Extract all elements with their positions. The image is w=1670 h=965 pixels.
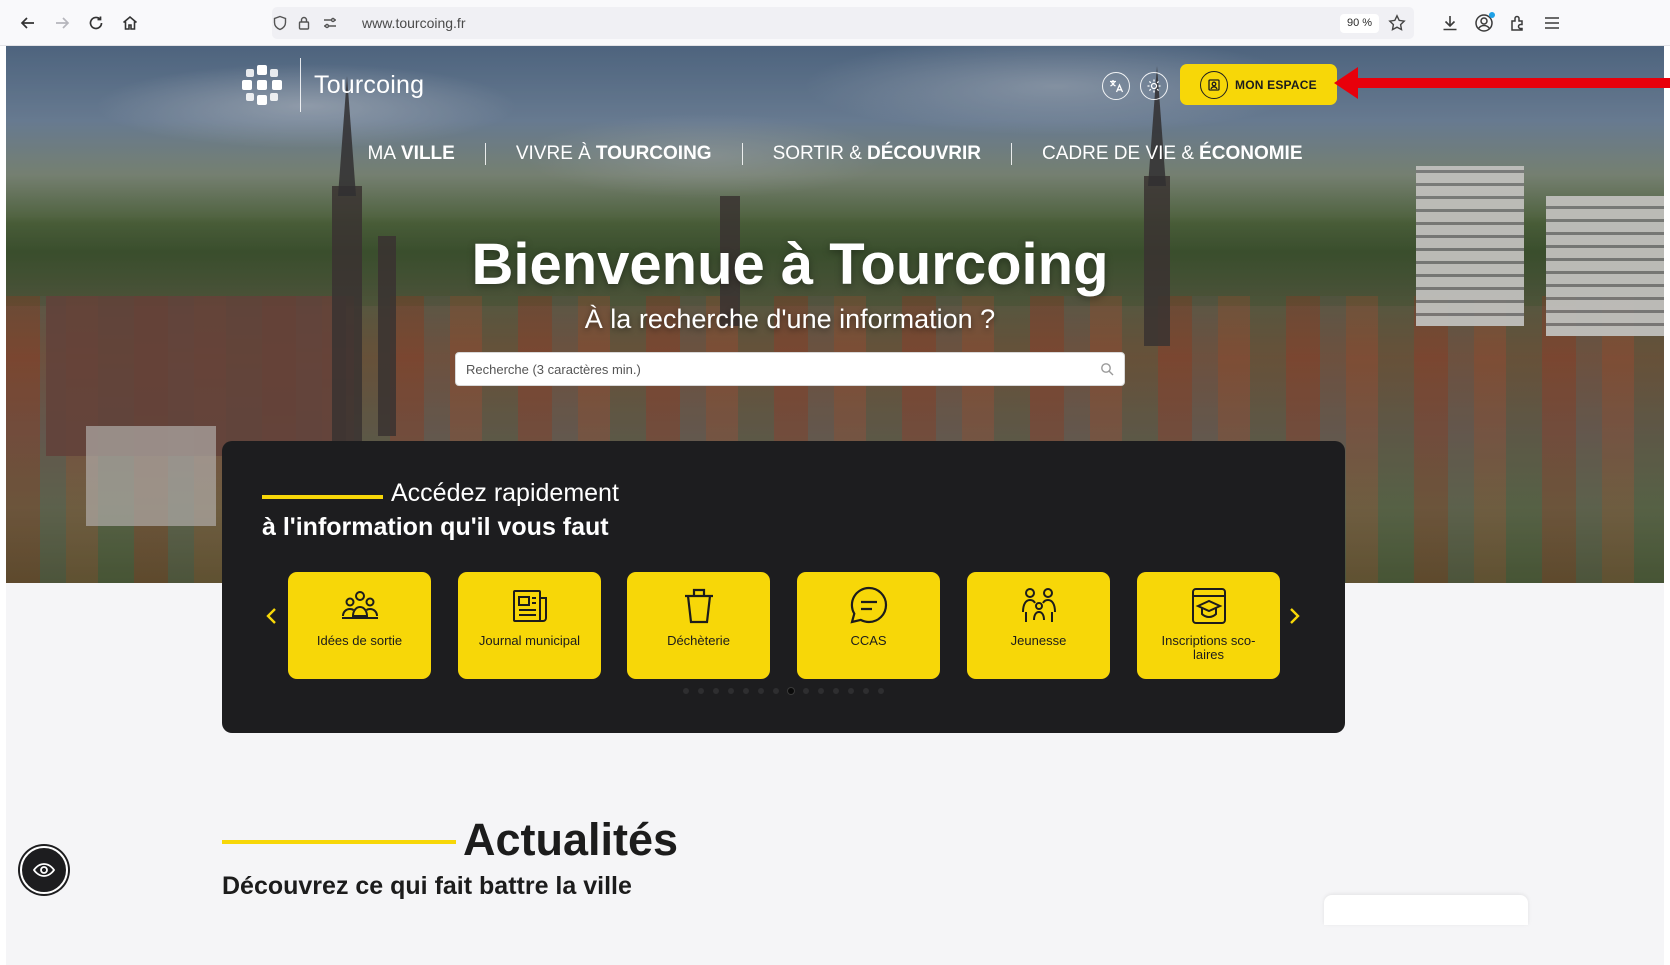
nav-item-label: SORTIR & xyxy=(772,143,862,164)
url-text[interactable]: www.tourcoing.fr xyxy=(362,15,465,31)
carousel-dot[interactable] xyxy=(743,688,749,694)
chevron-left-icon xyxy=(266,608,276,624)
tile-decheterie[interactable]: Déchèterie xyxy=(627,572,770,679)
tile-label: Journal municipal xyxy=(478,633,581,648)
permissions-icon[interactable] xyxy=(322,15,338,31)
nav-item-cadre-de-vie-economie[interactable]: CADRE DE VIE & ÉCONOMIE xyxy=(1042,143,1303,165)
browser-toolbar: www.tourcoing.fr 90 % xyxy=(0,0,1670,46)
carousel-dot[interactable] xyxy=(878,688,884,694)
carousel-dot[interactable] xyxy=(728,688,734,694)
forward-icon[interactable] xyxy=(50,11,74,35)
annotation-red-arrow xyxy=(1334,67,1670,99)
accessibility-eye-button[interactable] xyxy=(20,846,68,894)
nav-item-label: CADRE DE VIE & xyxy=(1042,143,1195,164)
nav-item-vivre-a-tourcoing[interactable]: VIVRE À TOURCOING xyxy=(516,143,712,165)
school-cap-icon xyxy=(1187,584,1231,628)
carousel-dot[interactable] xyxy=(758,688,764,694)
tourcoing-logo-icon xyxy=(240,63,284,107)
address-bar[interactable]: www.tourcoing.fr 90 % xyxy=(272,7,1414,39)
tile-inscriptions-scolaires[interactable]: Inscriptions sco- laires xyxy=(1137,572,1280,679)
tile-journal-municipal[interactable]: Journal municipal xyxy=(458,572,601,679)
nav-item-label: MA xyxy=(367,143,397,164)
nav-item-label-bold: VILLE xyxy=(401,143,455,164)
chat-bubble-icon xyxy=(847,584,891,628)
bookmark-star-icon[interactable] xyxy=(1388,14,1406,32)
nav-item-label-bold: TOURCOING xyxy=(595,143,712,164)
nav-separator xyxy=(1011,143,1012,165)
carousel-dot[interactable] xyxy=(683,688,689,694)
carousel-dot[interactable] xyxy=(803,688,809,694)
carousel-dot[interactable] xyxy=(833,688,839,694)
tile-idees-de-sortie[interactable]: Idées de sortie xyxy=(288,572,431,679)
newspaper-icon xyxy=(508,584,552,628)
quick-access-panel: Accédez rapidement à l'information qu'il… xyxy=(222,441,1345,733)
user-space-icon xyxy=(1200,70,1228,99)
mon-espace-label: MON ESPACE xyxy=(1235,77,1317,92)
people-group-icon xyxy=(338,584,382,628)
hero-title: Bienvenue à Tourcoing xyxy=(471,232,1109,297)
news-section-subtitle: Découvrez ce qui fait battre la ville xyxy=(222,872,632,900)
carousel-dot[interactable] xyxy=(713,688,719,694)
extensions-icon[interactable] xyxy=(1508,13,1528,33)
nav-item-sortir-decouvrir[interactable]: SORTIR & DÉCOUVRIR xyxy=(773,143,981,165)
nav-separator xyxy=(484,143,486,165)
site-logo[interactable]: Tourcoing xyxy=(240,58,424,112)
trash-bin-icon xyxy=(677,584,721,628)
carousel-dot[interactable] xyxy=(818,688,824,694)
tile-label: Inscriptions sco- laires xyxy=(1161,633,1256,662)
account-icon[interactable] xyxy=(1474,12,1495,33)
nav-item-ma-ville[interactable]: MA VILLE xyxy=(368,143,455,165)
quick-access-title: Accédez rapidement xyxy=(391,479,619,507)
main-navigation: MA VILLE VIVRE À TOURCOING SORTIR & DÉCOUVR… xyxy=(6,138,1664,170)
zoom-level-badge[interactable]: 90 % xyxy=(1340,14,1380,33)
carousel-prev-button[interactable] xyxy=(262,603,282,629)
tile-label: Déchèterie xyxy=(667,633,730,648)
carousel-dot[interactable] xyxy=(848,688,854,694)
mon-espace-button[interactable]: MON ESPACE xyxy=(1180,64,1337,105)
tile-ccas[interactable]: CCAS xyxy=(797,572,940,679)
news-section-title: Actualités xyxy=(463,814,679,865)
menu-icon[interactable] xyxy=(1542,13,1562,33)
tile-label: Jeunesse xyxy=(1010,633,1067,648)
search-icon[interactable] xyxy=(1100,362,1114,376)
logo-divider xyxy=(300,58,301,112)
reload-icon[interactable] xyxy=(84,11,108,35)
chevron-right-icon xyxy=(1290,608,1300,624)
download-icon[interactable] xyxy=(1440,13,1460,33)
nav-item-label-bold: DÉCOUVRIR xyxy=(866,143,981,164)
tile-label: CCAS xyxy=(850,633,887,648)
back-icon[interactable] xyxy=(16,11,40,35)
eye-icon xyxy=(32,863,56,877)
tile-label: Idées de sortie xyxy=(316,633,403,648)
news-accent-line xyxy=(222,840,456,844)
quick-access-accent-line xyxy=(262,495,383,499)
carousel-pagination xyxy=(683,688,884,694)
carousel-dot[interactable] xyxy=(863,688,869,694)
family-icon xyxy=(1017,584,1061,628)
carousel-dot[interactable] xyxy=(773,688,779,694)
hero-subtitle: À la recherche d'une information ? xyxy=(584,304,996,334)
search-box xyxy=(455,352,1125,386)
logo-text[interactable]: Tourcoing xyxy=(314,71,424,100)
web-page: Tourcoing MON ESPACE MA VILLE VIVRE À TOUR… xyxy=(6,46,1664,965)
tile-jeunesse[interactable]: Jeunesse xyxy=(967,572,1110,679)
nav-item-label-bold: ÉCONOMIE xyxy=(1199,143,1303,164)
shield-icon[interactable] xyxy=(272,15,288,31)
nav-separator xyxy=(741,143,743,165)
carousel-dot[interactable] xyxy=(698,688,704,694)
carousel-dot[interactable] xyxy=(788,688,794,694)
account-notification-dot xyxy=(1489,12,1495,18)
nav-item-label: VIVRE À xyxy=(515,143,591,164)
quick-access-subtitle: à l'information qu'il vous faut xyxy=(262,513,609,541)
lock-icon[interactable] xyxy=(296,15,312,31)
home-icon[interactable] xyxy=(118,11,142,35)
translate-icon[interactable] xyxy=(1102,72,1130,100)
accessibility-settings-icon[interactable] xyxy=(1140,72,1168,100)
search-input[interactable] xyxy=(456,353,1086,385)
carousel-next-button[interactable] xyxy=(1284,603,1304,629)
news-card-preview[interactable] xyxy=(1324,895,1528,925)
